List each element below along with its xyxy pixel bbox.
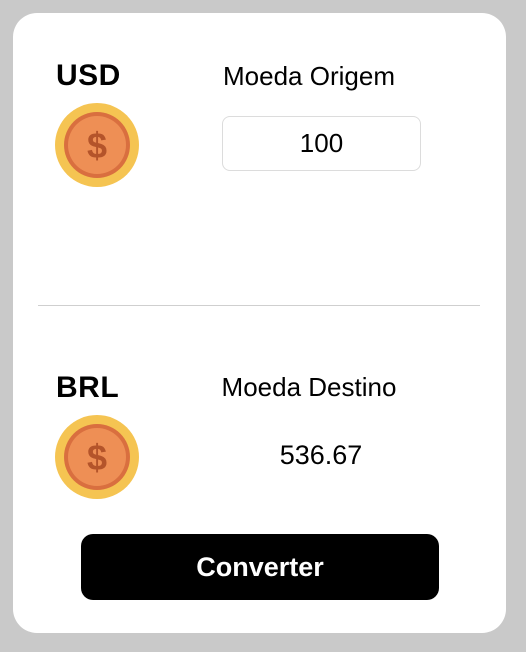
target-currency-label: Moeda Destino <box>221 372 397 402</box>
source-currency-label: Moeda Origem <box>223 61 395 91</box>
dollar-coin-icon: $ <box>55 415 139 499</box>
section-divider <box>38 305 480 306</box>
svg-text:$: $ <box>87 437 107 478</box>
converter-card: USD Moeda Origem $ BRL Moeda Destino $ 5… <box>13 13 506 633</box>
target-currency-code: BRL <box>56 371 120 404</box>
convert-button[interactable]: Converter <box>81 534 439 600</box>
dollar-coin-icon: $ <box>55 103 139 187</box>
svg-text:$: $ <box>87 125 107 166</box>
target-amount-value: 536.67 <box>279 440 363 470</box>
source-currency-code: USD <box>56 59 121 92</box>
source-amount-input[interactable] <box>222 116 421 171</box>
